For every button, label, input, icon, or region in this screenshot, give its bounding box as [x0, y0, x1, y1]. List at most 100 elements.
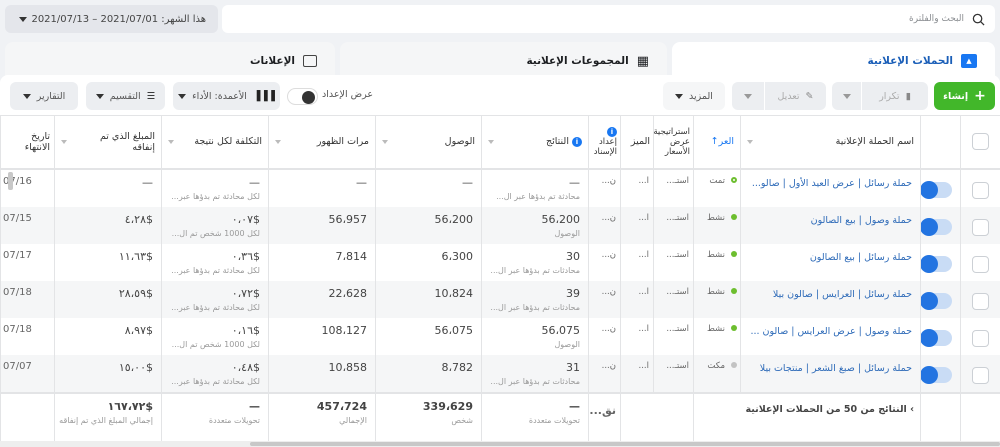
campaign-name-link[interactable]: حملة رسائل | صبغ الشعر | منتجات بيلا [760, 363, 912, 374]
edit-button[interactable]: ✎ تعديل [765, 82, 826, 110]
header-budget[interactable]: الميز [620, 115, 654, 170]
delivery-status: نشط [706, 323, 725, 334]
status-dot-icon [731, 362, 737, 368]
horizontal-scrollbar[interactable] [0, 441, 1000, 447]
cost-per-result-sub: لكل محادثة تم بدؤها عبر... [171, 302, 260, 312]
edit-dropdown[interactable] [732, 82, 764, 110]
more-button[interactable]: المزيد [663, 82, 725, 110]
campaign-name-link[interactable]: حملة وصول | عرض العرايس | صالون ... [750, 326, 912, 337]
campaign-name-cell: حملة رسائل | العرايس | صالون بيلا [740, 280, 921, 318]
reach-value: 56،075 [434, 323, 473, 337]
campaign-toggle[interactable] [921, 365, 952, 384]
search-input[interactable]: البحث والفلترة [909, 14, 964, 24]
impressions-value: 22،628 [328, 286, 367, 300]
view-setup-toggle[interactable] [287, 88, 318, 105]
toggle-knob [921, 180, 938, 199]
row-checkbox[interactable] [972, 255, 990, 273]
results-value: 31 [566, 360, 580, 374]
cost-per-result-sub: لكل محادثة تم بدؤها عبر... [171, 265, 260, 275]
row-checkbox[interactable] [972, 292, 990, 310]
header-amount-spent[interactable]: المبلغ الذي تم إنفاقه [54, 115, 162, 170]
header-results[interactable]: i النتائج [481, 115, 589, 170]
header-impressions[interactable]: مرات الظهور [268, 115, 376, 170]
budget-cell: ا... [620, 168, 654, 207]
header-bid-strategy[interactable]: استراتيجية عرض الأسعار [653, 115, 694, 170]
cost-per-result-value: ٠،٣٦$ [231, 249, 260, 263]
reports-button[interactable]: التقارير [10, 82, 78, 110]
breakdown-label: التقسيم [109, 90, 141, 102]
results-value: 30 [566, 249, 580, 263]
budget-cell: ا... [620, 317, 654, 355]
columns-button[interactable]: ▐▐▐ الأعمدة: الأداء [173, 82, 280, 110]
cost-per-result: ٠،٧٢$ لكل محادثة تم بدؤها عبر... [161, 280, 269, 318]
header-label: التكلفة لكل نتيجة [194, 136, 262, 148]
footer-reach: 339،629 شخص [375, 391, 482, 443]
header-end-date[interactable]: تاريخ الانتهاء [0, 115, 55, 170]
table-row: حملة رسائل | عرض العيد الأول | صالو... تم… [0, 168, 1000, 207]
breakdown-icon: ☰ [146, 90, 156, 102]
duplicate-button[interactable]: ▮ تكرار [862, 82, 928, 110]
campaign-name-cell: حملة وصول | بيع الصالون [740, 206, 921, 244]
search-bar[interactable]: البحث والفلترة [222, 5, 995, 33]
campaign-name-link[interactable]: حملة رسائل | عرض العيد الأول | صالو... [752, 178, 912, 189]
chevron-down-icon [488, 140, 494, 144]
vertical-scrollbar[interactable] [8, 172, 13, 190]
header-attribution[interactable]: i إعداد الإسناد [588, 115, 621, 170]
campaign-name-link[interactable]: حملة وصول | بيع الصالون [811, 215, 912, 226]
toggle-cell [920, 354, 961, 393]
header-delivery[interactable]: العر↑ [693, 115, 741, 170]
create-button[interactable]: + إنشاء [934, 82, 995, 110]
delivery-status: مكت [707, 360, 725, 371]
date-range-label: هذا الشهر: 2021/07/01 – 2021/07/13 [31, 13, 206, 25]
select-all-checkbox[interactable] [972, 133, 990, 151]
duplicate-dropdown[interactable] [832, 82, 861, 110]
row-checkbox[interactable] [972, 329, 990, 347]
results: 39 محادثات تم بدؤها عبر ال... [481, 280, 589, 318]
table-row: حملة رسائل | بيع الصالون نشط استـ... ا... ن.… [0, 243, 1000, 281]
chevron-down-icon [275, 140, 281, 144]
attribution-cell: ن... [588, 280, 621, 318]
breakdown-button[interactable]: ☰ التقسيم [86, 82, 165, 110]
delivery-status: نشط [706, 212, 725, 223]
scroll-thumb[interactable] [250, 442, 1000, 446]
results-sub: الوصول [554, 228, 580, 238]
row-checkbox[interactable] [972, 218, 990, 236]
amount-spent-value: ٨،٩٧$ [124, 323, 153, 337]
reach-value: 56،200 [434, 212, 473, 226]
campaign-toggle[interactable] [921, 291, 952, 310]
amount-spent: ١٥،٠٠$ [54, 354, 162, 393]
campaign-toggle[interactable] [921, 328, 952, 347]
end-date-cell: 07/18 [0, 280, 55, 318]
header-cost-per-result[interactable]: التكلفة لكل نتيجة [161, 115, 269, 170]
end-date-cell: 07/18 [0, 317, 55, 355]
campaign-toggle[interactable] [921, 180, 952, 199]
campaign-name-link[interactable]: حملة رسائل | بيع الصالون [810, 252, 912, 263]
reach-value: 6،300 [441, 249, 473, 263]
footer-impressions: 457،724 الإجمالي [268, 391, 376, 443]
bid-cell: استـ... [653, 317, 694, 355]
footer-summary: › النتائج من 50 من الحملات الإعلانية [693, 391, 921, 443]
toggle-knob [921, 328, 938, 347]
campaign-toggle[interactable] [921, 217, 952, 236]
amount-spent: ١١،٦٣$ [54, 243, 162, 281]
create-label: إنشاء [943, 90, 969, 102]
row-checkbox[interactable] [972, 366, 990, 384]
chevron-down-icon [61, 140, 67, 144]
columns-label: الأعمدة: الأداء [192, 90, 247, 102]
select-cell [960, 206, 1000, 244]
chevron-down-icon [178, 93, 187, 99]
attribution-cell: ن... [588, 354, 621, 393]
header-reach[interactable]: الوصول [375, 115, 482, 170]
columns-icon: ▐▐▐ [252, 90, 275, 102]
chevron-down-icon [22, 93, 31, 99]
info-icon[interactable]: i [572, 137, 582, 148]
date-range-picker[interactable]: هذا الشهر: 2021/07/01 – 2021/07/13 [5, 5, 218, 33]
footer-spent-sub: إجمالي المبلغ الذي تم إنفاقه [59, 415, 153, 425]
info-icon[interactable]: i [607, 126, 617, 137]
cost-per-result-sub: لكل 1000 شخص تم ال... [171, 339, 260, 349]
chevron-right-icon[interactable]: › [907, 404, 914, 415]
campaign-name-link[interactable]: حملة رسائل | العرايس | صالون بيلا [773, 289, 912, 300]
campaign-toggle[interactable] [921, 254, 952, 273]
row-checkbox[interactable] [972, 181, 990, 199]
header-name[interactable]: اسم الحملة الإعلانية [740, 115, 921, 170]
